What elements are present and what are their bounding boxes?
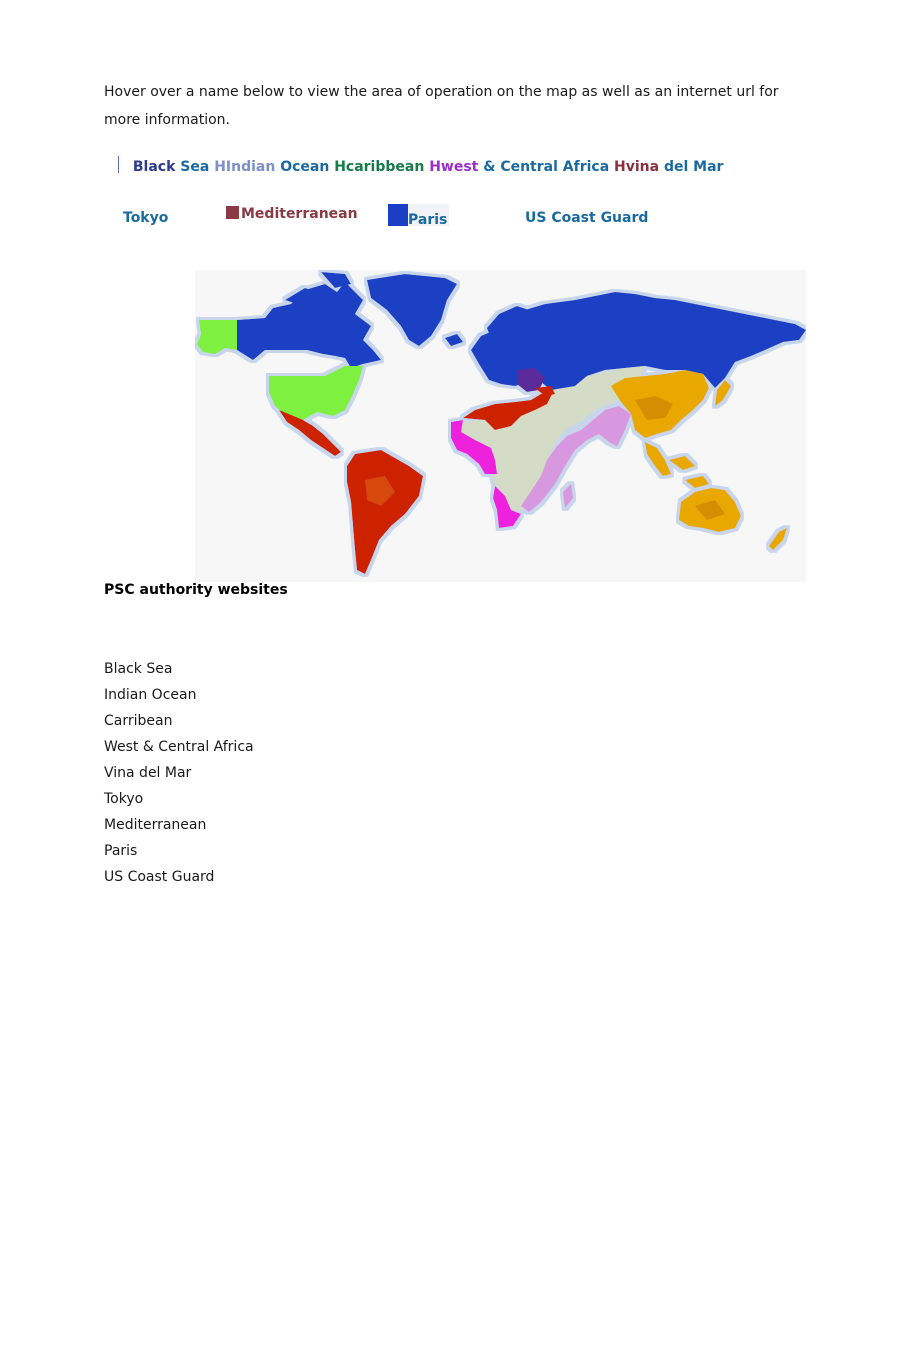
link-caribbean[interactable]: Hcaribbean: [334, 159, 424, 175]
world-map: [195, 270, 806, 582]
map-region-new-zealand: [769, 528, 787, 550]
psc-link-us-coast-guard[interactable]: US Coast Guard: [104, 864, 254, 890]
link-paris[interactable]: Paris: [408, 212, 447, 228]
psc-link-west-central-africa[interactable]: West & Central Africa: [104, 734, 254, 760]
map-region-iceland: [445, 334, 463, 346]
divider: [118, 156, 119, 173]
link-vina-del-mar-delmar[interactable]: del Mar: [664, 159, 723, 175]
link-tokyo[interactable]: Tokyo: [123, 210, 168, 226]
psc-link-indian-ocean[interactable]: Indian Ocean: [104, 682, 254, 708]
link-us-coast-guard[interactable]: US Coast Guard: [525, 210, 648, 226]
link-black-sea-sea[interactable]: Sea: [180, 159, 209, 175]
map-region-south-america: [347, 450, 423, 574]
link-black-sea-black[interactable]: Black: [133, 159, 176, 175]
link-indian-ocean-hindian[interactable]: HIndian: [214, 159, 275, 175]
link-mediterranean[interactable]: Mediterranean: [241, 206, 358, 222]
world-map-svg: [197, 272, 806, 574]
link-west-africa-hwest[interactable]: Hwest: [429, 159, 478, 175]
region-link-bar-top: Black Sea HIndian Ocean Hcaribbean Hwest…: [118, 156, 723, 177]
link-paris-wrap: Paris: [388, 204, 450, 228]
psc-link-black-sea[interactable]: Black Sea: [104, 656, 254, 682]
link-mediterranean-wrap: Mediterranean: [226, 206, 358, 222]
map-region-central-america: [279, 410, 341, 456]
link-west-africa-central[interactable]: & Central Africa: [483, 159, 609, 175]
psc-link-paris[interactable]: Paris: [104, 838, 254, 864]
intro-text: Hover over a name below to view the area…: [104, 84, 779, 128]
psc-link-tokyo[interactable]: Tokyo: [104, 786, 254, 812]
paris-swatch-icon: [388, 204, 408, 226]
psc-link-caribbean[interactable]: Carribean: [104, 708, 254, 734]
map-region-southeast-asia: [645, 442, 709, 488]
psc-heading: PSC authority websites: [104, 582, 288, 598]
psc-link-mediterranean[interactable]: Mediterranean: [104, 812, 254, 838]
link-indian-ocean-ocean[interactable]: Ocean: [280, 159, 329, 175]
psc-link-list: Black Sea Indian Ocean Carribean West & …: [104, 656, 254, 890]
link-vina-del-mar-hvina[interactable]: Hvina: [614, 159, 659, 175]
mediterranean-swatch-icon: [226, 206, 239, 219]
map-region-alaska: [197, 320, 237, 354]
map-region-greenland: [367, 274, 457, 346]
psc-link-vina-del-mar[interactable]: Vina del Mar: [104, 760, 254, 786]
